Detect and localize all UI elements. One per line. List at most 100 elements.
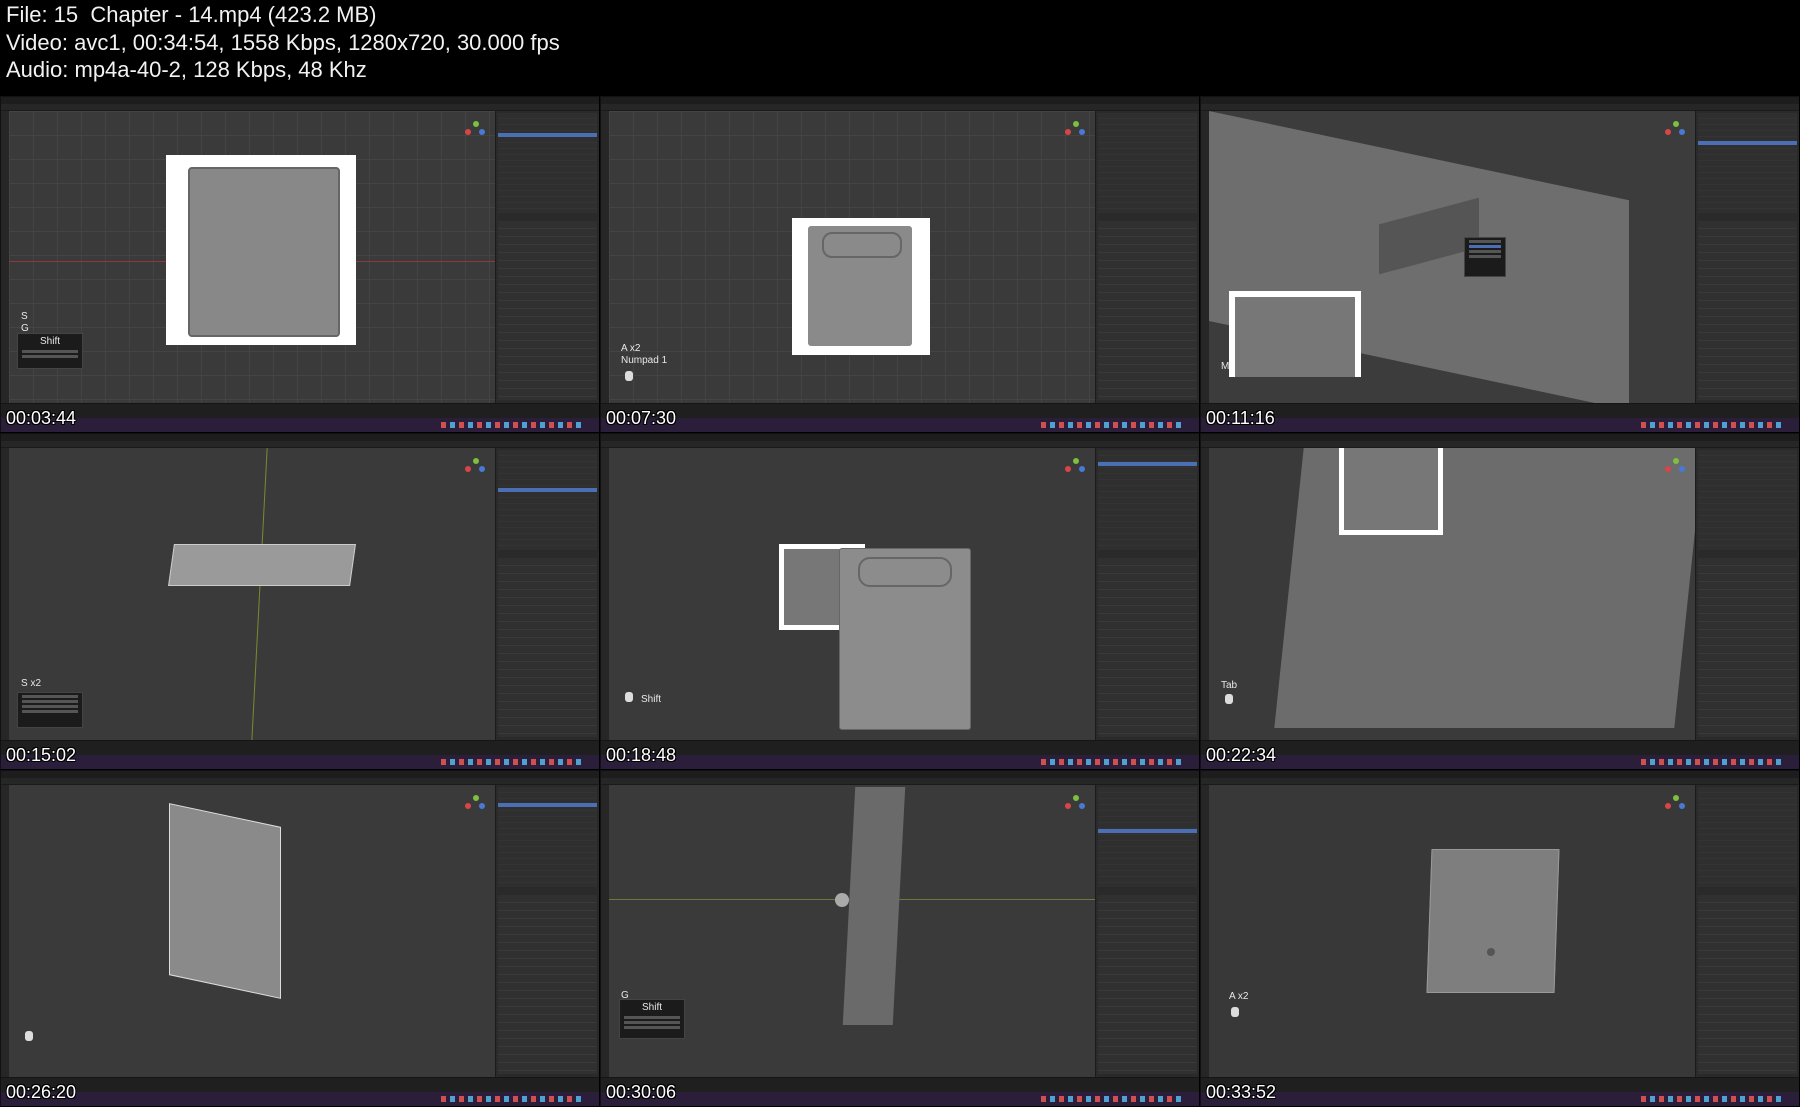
mouse-icon [25,1031,33,1041]
reference-plane [166,155,356,345]
navigation-gizmo[interactable] [465,121,487,143]
context-menu[interactable]: Shift [619,999,685,1039]
reference-plane [792,218,930,355]
timestamp: 00:18:48 [606,745,677,765]
timeline[interactable] [601,403,1199,418]
timeline[interactable] [1201,1077,1799,1092]
3d-cursor[interactable] [835,893,849,907]
outliner[interactable] [498,787,597,887]
thumbnail-4[interactable]: S x2 00:15:02 [0,433,599,769]
3d-viewport[interactable] [9,785,495,1078]
3d-viewport[interactable]: Shift [609,448,1095,741]
audio-info: Audio: mp4a-40-2, 128 Kbps, 48 Khz [6,57,367,82]
reference-plane [1229,291,1361,377]
context-menu[interactable]: Shift [17,333,83,369]
outliner[interactable] [498,450,597,550]
timeline[interactable] [1201,403,1799,418]
cartridge-front [839,548,971,730]
3d-viewport[interactable]: A x2 [1209,785,1695,1078]
context-menu[interactable] [1464,237,1506,277]
timeline[interactable] [1,740,599,755]
reference-plane [1339,448,1443,535]
outliner[interactable] [1098,787,1197,887]
taskbar [1,1092,599,1106]
navigation-gizmo[interactable] [1065,121,1087,143]
taskbar [1,418,599,432]
key-overlay: S x2 [21,678,42,689]
taskbar [1201,1092,1799,1106]
cartridge-edge [842,787,906,1025]
properties-panel[interactable] [1095,111,1199,404]
thumbnail-9[interactable]: A x2 00:33:52 [1200,770,1799,1106]
properties-panel[interactable] [1695,448,1799,741]
3d-viewport[interactable]: S x2 [9,448,495,741]
key-overlay: M [1221,361,1230,372]
timeline[interactable] [1,403,599,418]
thumbnail-8[interactable]: G Shift 00:30:06 [600,770,1199,1106]
taskbar [1201,755,1799,769]
timestamp: 00:30:06 [606,1082,677,1102]
navigation-gizmo[interactable] [1665,795,1687,817]
key-overlay: A x2 Numpad 1 [621,343,668,366]
taskbar [1201,418,1799,432]
navigation-gizmo[interactable] [465,458,487,480]
info-header: File: 15 Chapter - 14.mp4 (423.2 MB) Vid… [0,0,1800,96]
thumbnail-2[interactable]: A x2 Numpad 1 00:07:30 [600,96,1199,432]
timestamp: 00:11:16 [1206,408,1275,428]
key-overlay: S G [21,311,29,334]
properties-panel[interactable] [1695,785,1799,1078]
taskbar [601,755,1199,769]
key-overlay: A x2 [1229,991,1249,1002]
navigation-gizmo[interactable] [1065,458,1087,480]
properties-panel[interactable] [495,448,599,741]
properties-panel[interactable] [495,111,599,404]
thumbnail-3[interactable]: M 00:11:16 [1200,96,1799,432]
thumbnail-6[interactable]: Tab 00:22:34 [1200,433,1799,769]
timestamp: 00:07:30 [606,408,677,428]
timestamp: 00:26:20 [6,1082,77,1102]
file-info: File: 15 Chapter - 14.mp4 (423.2 MB) [6,2,377,27]
outliner[interactable] [1698,113,1797,213]
thumbnail-7[interactable]: 00:26:20 [0,770,599,1106]
timeline[interactable] [1201,740,1799,755]
timeline[interactable] [601,1077,1199,1092]
flat-cartridge [168,544,356,586]
navigation-gizmo[interactable] [465,795,487,817]
3d-viewport[interactable]: G Shift [609,785,1095,1078]
navigation-gizmo[interactable] [1665,121,1687,143]
timestamp: 00:22:34 [1206,745,1277,765]
mouse-icon [625,692,633,702]
3d-viewport[interactable]: A x2 Numpad 1 [609,111,1095,404]
taskbar [601,1092,1199,1106]
timestamp: 00:15:02 [6,745,77,765]
timeline[interactable] [1,1077,599,1092]
outliner[interactable] [498,113,597,213]
properties-panel[interactable] [1095,448,1199,741]
outliner[interactable] [1098,113,1197,213]
taskbar [601,418,1199,432]
mouse-icon [1225,694,1233,704]
thumbnail-5[interactable]: Shift 00:18:48 [600,433,1199,769]
3d-viewport[interactable]: Tab [1209,448,1704,741]
3d-viewport[interactable]: S G Shift [9,111,495,404]
context-menu[interactable] [17,692,83,728]
timeline[interactable] [601,740,1199,755]
properties-panel[interactable] [495,785,599,1078]
outliner[interactable] [1698,450,1797,550]
timestamp: 00:33:52 [1206,1082,1277,1102]
video-info: Video: avc1, 00:34:54, 1558 Kbps, 1280x7… [6,30,560,55]
key-overlay: Shift [641,694,662,705]
cartridge-wire-side [169,803,281,999]
thumbnail-grid: S G Shift 00:03:44 A x2 Numpad 1 00:07:3… [0,96,1800,1107]
thumbnail-1[interactable]: S G Shift 00:03:44 [0,96,599,432]
navigation-gizmo[interactable] [1665,458,1687,480]
taskbar [1,755,599,769]
3d-viewport[interactable]: M [1209,111,1695,411]
mouse-icon [1231,1007,1239,1017]
properties-panel[interactable] [1695,111,1799,404]
properties-panel[interactable] [1095,785,1199,1078]
mouse-icon [625,371,633,381]
outliner[interactable] [1698,787,1797,887]
navigation-gizmo[interactable] [1065,795,1087,817]
cartridge-back [1426,849,1560,993]
